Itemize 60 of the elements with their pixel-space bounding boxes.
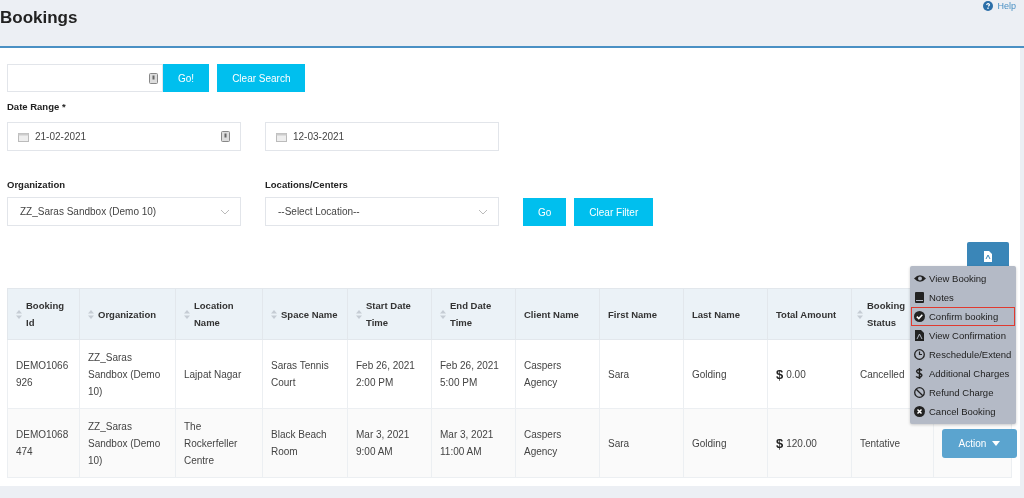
table-cell: Sara (599, 408, 684, 478)
column-header[interactable]: Organization (79, 288, 176, 340)
column-header[interactable]: Location Name (175, 288, 263, 340)
field-label: Organization (7, 179, 67, 190)
column-header[interactable]: Booking Id (7, 288, 80, 340)
currency-symbol: $ (776, 434, 784, 452)
date-field[interactable]: 12-03-2021 (265, 122, 499, 151)
table-cell: Saras Tennis Court (262, 339, 348, 409)
table-cell: Caspers Agency (515, 408, 600, 478)
card-icon (221, 131, 230, 142)
field-label: Locations/Centers (265, 179, 349, 190)
ban-icon (914, 387, 926, 398)
date-field[interactable]: 21-02-2021 (7, 122, 241, 151)
chevron-down-icon (220, 208, 230, 215)
book-icon (914, 292, 926, 303)
calendar-icon (18, 131, 29, 142)
check-circle-icon (914, 311, 926, 322)
amount-text: 0.00 (786, 367, 806, 382)
search-field[interactable] (7, 64, 163, 92)
field-label: Date Range * (7, 101, 67, 112)
table-cell: Feb 26, 2021 5:00 PM (431, 339, 516, 409)
table-cell: DEMO1066 926 (7, 339, 80, 409)
menu-item[interactable]: View Booking (911, 269, 1016, 288)
eye-icon (914, 273, 926, 284)
dollar-icon (914, 368, 926, 379)
menu-item[interactable]: Confirm booking (911, 307, 1016, 326)
table-cell: Golding (683, 408, 768, 478)
currency-symbol: $ (776, 365, 784, 383)
card-icon (149, 72, 158, 84)
caret-down-icon (992, 440, 1001, 446)
column-header: Total Amount (767, 288, 852, 340)
table-cell: Black Beach Room (262, 408, 348, 478)
table-cell: Lajpat Nagar (175, 339, 263, 409)
table-cell: ZZ_Saras Sandbox (Demo 10) (79, 339, 176, 409)
column-header[interactable]: Space Name (262, 288, 348, 340)
column-header: First Name (599, 288, 684, 340)
table-cell: The Rockerfeller Centre (175, 408, 263, 478)
column-header[interactable]: End Date Time (431, 288, 516, 340)
page-title: Bookings (0, 8, 78, 28)
column-header: Client Name (515, 288, 600, 340)
table-cell: Sara (599, 339, 684, 409)
pdf-icon (914, 330, 926, 341)
table-cell: ZZ_Saras Sandbox (Demo 10) (79, 408, 176, 478)
amount-text: 120.00 (786, 436, 817, 451)
cross-circle-icon (914, 406, 926, 417)
table-cell: DEMO1068 474 (7, 408, 80, 478)
column-header: Last Name (683, 288, 768, 340)
clock-icon (914, 349, 926, 360)
calendar-icon (276, 131, 287, 142)
table-cell: Golding (683, 339, 768, 409)
table-cell: Mar 3, 2021 9:00 AM (347, 408, 432, 478)
table-cell: Feb 26, 2021 2:00 PM (347, 339, 432, 409)
location-dropdown[interactable]: --Select Location-- (265, 197, 499, 226)
help-icon (983, 1, 994, 11)
chevron-down-icon (478, 208, 488, 215)
pdf-icon (984, 251, 992, 262)
table-cell: Caspers Agency (515, 339, 600, 409)
column-header[interactable]: Start Date Time (347, 288, 432, 340)
table-cell: Mar 3, 2021 11:00 AM (431, 408, 516, 478)
organization-dropdown[interactable]: ZZ_Saras Sandbox (Demo 10) (7, 197, 241, 226)
